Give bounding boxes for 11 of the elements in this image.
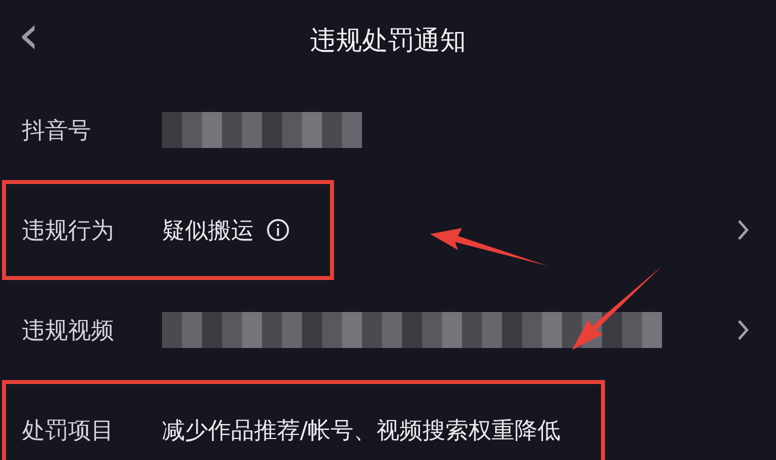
info-icon[interactable] xyxy=(266,218,290,242)
row-label: 抖音号 xyxy=(22,116,92,146)
chevron-icon[interactable] xyxy=(736,318,750,342)
row-value: 减少作品推荐/帐号、视频搜索权重降低 xyxy=(162,416,561,446)
row-label: 违规行为 xyxy=(22,216,115,246)
row-label: 违规视频 xyxy=(22,316,115,346)
chevron-icon[interactable] xyxy=(736,218,750,242)
row-value: 疑似搬运 xyxy=(162,216,254,246)
back-button[interactable]: ‹ xyxy=(18,8,40,62)
page-title: 违规处罚通知 xyxy=(310,24,466,58)
row-label: 处罚项目 xyxy=(22,416,115,446)
